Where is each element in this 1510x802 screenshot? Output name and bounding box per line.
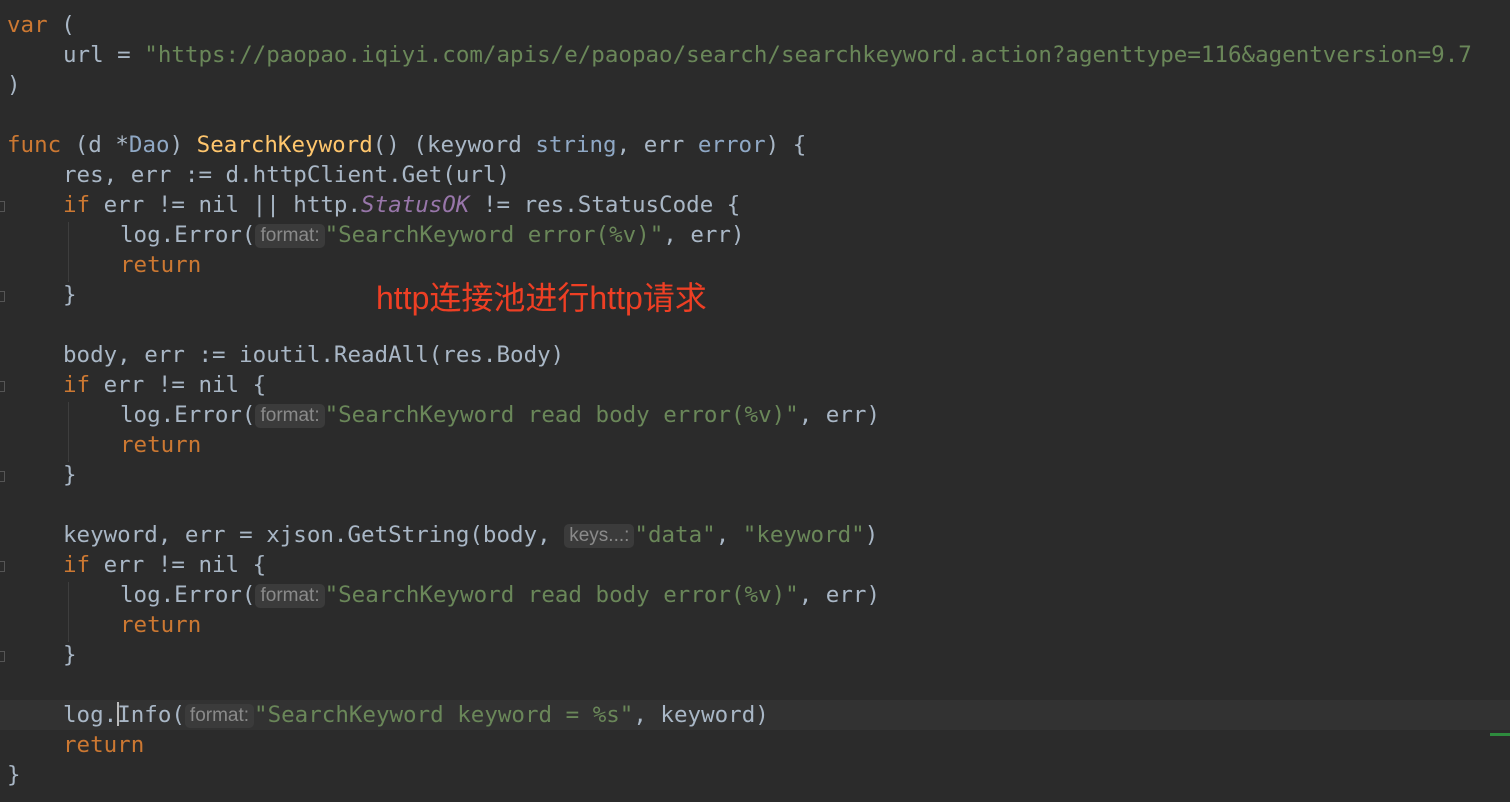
condition: err != nil {	[90, 552, 267, 578]
url-string: "https://paopao.iqiyi.com/apis/e/paopao/…	[144, 42, 1472, 68]
parameter-hint: keys...:	[564, 524, 635, 548]
error-type: error	[697, 132, 766, 158]
condition: err != nil {	[90, 372, 267, 398]
code-line[interactable]: body, err := ioutil.ReadAll(res.Body)	[0, 340, 1510, 370]
parameter-hint: format:	[255, 404, 325, 428]
paren-close: )	[7, 72, 21, 98]
receiver-close: )	[169, 132, 197, 158]
parameter-hint: format:	[184, 704, 255, 728]
params-close: ) {	[765, 132, 807, 158]
url-variable: url	[63, 42, 104, 68]
log-error-call: log.Error(	[120, 402, 256, 428]
code-line[interactable]: res, err := d.httpClient.Get(url)	[0, 160, 1510, 190]
code-line[interactable]: )	[0, 70, 1510, 100]
paren-close: )	[864, 522, 879, 548]
code-line[interactable]: }	[0, 640, 1510, 670]
code-line[interactable]: var (	[0, 10, 1510, 40]
condition: err != nil || http.	[90, 192, 362, 218]
code-line[interactable]: if err != nil {	[0, 370, 1510, 400]
statement-read-all: body, err := ioutil.ReadAll(res.Body)	[63, 342, 565, 368]
code-line[interactable]: return	[0, 430, 1510, 460]
call-args: , err)	[663, 222, 745, 248]
code-line[interactable]: if err != nil || http.StatusOK != res.St…	[0, 190, 1510, 220]
log-info-call: Info(	[117, 702, 185, 728]
code-line[interactable]: return	[0, 730, 1510, 760]
code-editor[interactable]: var ( url = "https://paopao.iqiyi.com/ap…	[0, 0, 1510, 802]
call-args: , err)	[798, 402, 880, 428]
log-prefix: log.	[63, 702, 118, 728]
code-line[interactable]: log.Error(format: "SearchKeyword read bod…	[0, 400, 1510, 430]
comma: ,	[715, 522, 743, 548]
close-brace: }	[7, 762, 21, 788]
parameter-hint: format:	[255, 584, 325, 608]
call-args: , err)	[798, 582, 880, 608]
return-keyword: return	[120, 252, 202, 278]
code-line-current[interactable]: log.Info(format: "SearchKeyword keyword =…	[0, 700, 1510, 730]
code-line[interactable]: keyword, err = xjson.GetString(body, key…	[0, 520, 1510, 550]
function-name: SearchKeyword	[196, 132, 373, 158]
receiver: (d *	[61, 132, 129, 158]
status-ok-constant: StatusOK	[361, 192, 470, 218]
code-line[interactable]: }	[0, 760, 1510, 790]
change-marker	[1490, 733, 1510, 736]
paren-open: (	[61, 12, 75, 38]
code-line[interactable]: }	[0, 460, 1510, 490]
code-line[interactable]: }	[0, 280, 1510, 310]
if-keyword: if	[63, 552, 91, 578]
code-line[interactable]: url = "https://paopao.iqiyi.com/apis/e/p…	[0, 40, 1510, 70]
code-line[interactable]: return	[0, 250, 1510, 280]
log-error-call: log.Error(	[120, 222, 256, 248]
call-args: , keyword)	[633, 702, 769, 728]
log-error-call: log.Error(	[120, 582, 256, 608]
error-message-string: "SearchKeyword error(%v)"	[324, 222, 664, 248]
receiver-type: Dao	[128, 132, 170, 158]
statement-get-string: keyword, err = xjson.GetString(body,	[63, 522, 565, 548]
params: () (keyword	[372, 132, 536, 158]
error-message-string: "SearchKeyword read body error(%v)"	[324, 402, 799, 428]
assign-operator: =	[103, 42, 145, 68]
condition-tail: != res.StatusCode {	[469, 192, 741, 218]
info-message-string: "SearchKeyword keyword = %s"	[254, 702, 634, 728]
code-line[interactable]: log.Error(format: "SearchKeyword read bod…	[0, 580, 1510, 610]
close-brace: }	[63, 462, 77, 488]
parameter-hint: format:	[255, 224, 325, 248]
return-keyword: return	[63, 732, 145, 758]
keyword-string: "keyword"	[742, 522, 865, 548]
func-keyword: func	[7, 132, 62, 158]
var-keyword: var	[7, 12, 48, 38]
close-brace: }	[63, 282, 77, 308]
statement-http-get: res, err := d.httpClient.Get(url)	[63, 162, 511, 188]
error-message-string: "SearchKeyword read body error(%v)"	[324, 582, 799, 608]
return-keyword: return	[120, 432, 202, 458]
params-mid: , err	[616, 132, 698, 158]
close-brace: }	[63, 642, 77, 668]
code-line[interactable]: return	[0, 610, 1510, 640]
annotation-text: http连接池进行http请求	[376, 280, 707, 316]
string-type: string	[535, 132, 617, 158]
if-keyword: if	[63, 372, 91, 398]
code-line[interactable]: log.Error(format: "SearchKeyword error(%v…	[0, 220, 1510, 250]
code-line[interactable]: func (d *Dao) SearchKeyword() (keyword s…	[0, 130, 1510, 160]
code-line[interactable]: if err != nil {	[0, 550, 1510, 580]
if-keyword: if	[63, 192, 91, 218]
data-string: "data"	[634, 522, 716, 548]
return-keyword: return	[120, 612, 202, 638]
